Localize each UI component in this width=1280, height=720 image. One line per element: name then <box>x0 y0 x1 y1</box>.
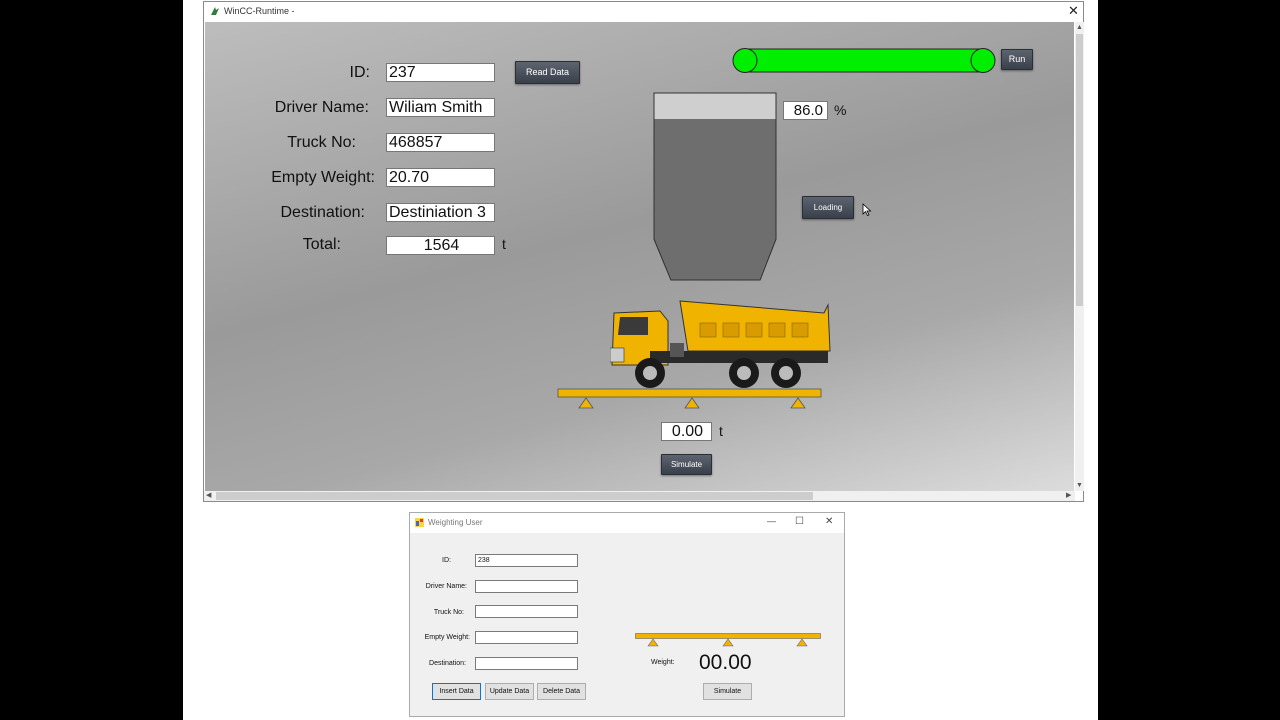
wu-destination-field[interactable] <box>475 657 578 670</box>
wincc-runtime-window: WinCC-Runtime - ✕ ID: Driver Name: Truck… <box>203 1 1084 502</box>
driver-name-label: Driver Name: <box>274 99 369 116</box>
scroll-left-arrow[interactable]: ◀ <box>206 492 211 500</box>
delete-data-button[interactable]: Delete Data <box>537 683 586 700</box>
maximize-icon[interactable]: ☐ <box>795 516 804 527</box>
truck-no-field[interactable]: 468857 <box>386 133 495 152</box>
truck-icon <box>610 300 831 388</box>
total-label: Total: <box>302 236 341 253</box>
insert-data-button[interactable]: Insert Data <box>432 683 481 700</box>
form-app-icon <box>415 518 424 527</box>
wu-titlebar[interactable]: Weighting User — ☐ ✕ <box>410 513 844 533</box>
truck-no-label: Truck No: <box>287 134 356 151</box>
wu-empty-weight-field[interactable] <box>475 631 578 644</box>
wu-id-label: ID: <box>442 557 451 564</box>
scale-platform <box>557 388 822 409</box>
wu-truck-no-field[interactable] <box>475 605 578 618</box>
wu-weight-value: 00.00 <box>699 651 752 674</box>
wu-weight-label: Weight: <box>651 659 675 666</box>
wincc-app-icon <box>211 7 219 15</box>
wu-id-field[interactable]: 238 <box>475 554 578 567</box>
conveyor-belt <box>732 48 997 73</box>
silo-level-unit: % <box>834 102 847 118</box>
vertical-scrollbar[interactable]: ▲ ▼ <box>1075 22 1084 491</box>
wu-driver-name-field[interactable] <box>475 580 578 593</box>
run-button[interactable]: Run <box>1001 49 1033 70</box>
read-data-button[interactable]: Read Data <box>515 61 580 84</box>
silo-level-field[interactable]: 86.0 <box>783 101 828 120</box>
close-icon[interactable]: ✕ <box>825 516 833 527</box>
wincc-window-title: WinCC-Runtime - <box>224 6 295 16</box>
driver-name-field[interactable]: Wiliam Smith <box>386 98 495 117</box>
destination-field[interactable]: Destiniation 3 <box>386 203 495 222</box>
wu-window-title: Weighting User <box>428 518 483 527</box>
scale-weight-field[interactable]: 0.00 <box>661 422 712 441</box>
wincc-titlebar[interactable]: WinCC-Runtime - ✕ <box>204 2 1083 22</box>
empty-weight-label: Empty Weight: <box>271 169 375 186</box>
weighting-user-window: Weighting User — ☐ ✕ ID: Driver Name: Tr… <box>409 512 845 717</box>
scroll-right-arrow[interactable]: ▶ <box>1066 492 1071 500</box>
hmi-canvas: ID: Driver Name: Truck No: Empty Weight:… <box>205 22 1074 491</box>
vertical-scroll-thumb[interactable] <box>1076 34 1083 306</box>
minimize-icon[interactable]: — <box>767 516 776 526</box>
silo-hopper <box>653 92 777 281</box>
wu-destination-label: Destination: <box>429 660 466 667</box>
total-field[interactable]: 1564 <box>386 236 495 255</box>
id-label: ID: <box>349 64 370 81</box>
wu-driver-name-label: Driver Name: <box>425 583 467 590</box>
wu-empty-weight-label: Empty Weight: <box>424 634 470 641</box>
loading-button[interactable]: Loading <box>802 196 854 219</box>
close-icon[interactable]: ✕ <box>1068 4 1079 18</box>
empty-weight-field[interactable]: 20.70 <box>386 168 495 187</box>
wu-truck-no-label: Truck No: <box>433 609 464 616</box>
scroll-down-arrow[interactable]: ▼ <box>1076 482 1083 490</box>
wu-scale-platform <box>635 633 821 647</box>
scale-weight-unit: t <box>719 423 723 439</box>
id-field[interactable]: 237 <box>386 63 495 82</box>
total-unit: t <box>502 236 506 252</box>
scroll-up-arrow[interactable]: ▲ <box>1076 24 1083 32</box>
destination-label: Destination: <box>280 204 366 221</box>
horizontal-scrollbar[interactable]: ◀ ▶ <box>204 491 1075 501</box>
update-data-button[interactable]: Update Data <box>485 683 534 700</box>
wu-simulate-button[interactable]: Simulate <box>703 683 752 700</box>
horizontal-scroll-thumb[interactable] <box>216 492 813 500</box>
mouse-cursor-icon <box>862 203 872 216</box>
wincc-simulate-button[interactable]: Simulate <box>661 454 712 475</box>
